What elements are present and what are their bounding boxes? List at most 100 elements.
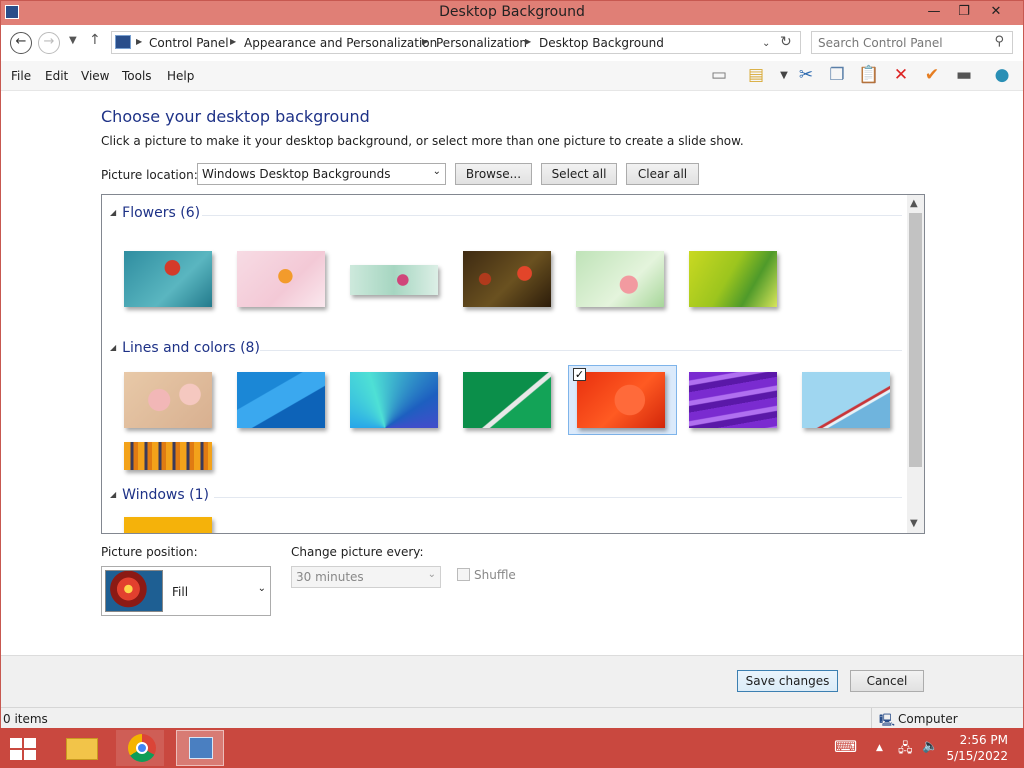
search-input[interactable] [818,35,988,50]
properties-icon[interactable]: ▤ [743,64,769,88]
change-interval-value: 30 minutes [296,570,364,584]
network-icon[interactable]: 🖧 [898,739,913,761]
rename-icon[interactable]: ▬ [951,64,977,88]
item-count: 0 items [3,712,48,726]
divider [871,708,872,730]
chevron-right-icon[interactable]: ▶ [525,37,531,46]
picture-position-select[interactable]: Fill ⌄ [101,566,271,616]
window: Desktop Background — ❐ ✕ ← → ▼ ↑ ▶ Contr… [0,0,1024,730]
chevron-down-icon[interactable]: ⌄ [762,38,770,49]
collapse-icon[interactable]: ◢ [110,343,116,352]
shuffle-label: Shuffle [474,568,516,582]
main-content: Choose your desktop background Click a p… [1,92,1023,655]
change-interval-select[interactable]: 30 minutes ⌄ [291,566,441,588]
group-header-flowers[interactable]: ◢ Flowers (6) [110,205,200,221]
close-button[interactable]: ✕ [981,1,1011,23]
collapse-icon[interactable]: ◢ [110,490,116,499]
cut-icon[interactable]: ✂ [793,64,819,88]
refresh-icon[interactable]: ↻ [780,34,792,50]
wallpaper-thumbnail[interactable] [689,372,777,428]
control-panel-taskbar-icon[interactable] [176,730,224,766]
shuffle-checkbox[interactable]: Shuffle [457,568,516,582]
wallpaper-thumbnail[interactable] [463,251,551,307]
action-bar: Save changes Cancel [1,655,1023,707]
divider [214,497,902,498]
change-picture-label: Change picture every: [291,545,424,559]
picture-location-select[interactable]: Windows Desktop Backgrounds ⌄ [197,163,446,185]
clock[interactable]: 2:56 PM 5/15/2022 [946,732,1008,764]
page-title: Choose your desktop background [101,107,370,126]
select-all-button[interactable]: Select all [541,163,617,185]
wallpaper-thumbnail[interactable] [237,251,325,307]
breadcrumb-desktop-background[interactable]: Desktop Background [539,36,664,50]
picture-position-label: Picture position: [101,545,198,559]
windows-start-icon[interactable] [10,738,38,760]
menu-tools[interactable]: Tools [122,69,152,83]
time: 2:56 PM [959,733,1008,747]
wallpaper-thumbnail[interactable] [802,372,890,428]
up-arrow-icon[interactable]: ↑ [89,32,101,48]
wallpaper-thumbnail[interactable] [124,517,212,533]
chevron-right-icon[interactable]: ▶ [136,37,142,46]
browse-button[interactable]: Browse... [455,163,532,185]
chevron-right-icon[interactable]: ▶ [230,37,236,46]
recent-pages-icon[interactable]: ▼ [69,35,77,46]
minimize-button[interactable]: — [919,1,949,23]
cancel-button[interactable]: Cancel [850,670,924,692]
chrome-icon[interactable] [116,730,164,766]
copy-icon[interactable]: ❐ [824,64,850,88]
wallpaper-thumbnail[interactable] [576,251,664,307]
wallpaper-thumbnail[interactable] [237,372,325,428]
wallpaper-thumbnail[interactable] [124,251,212,307]
forward-button[interactable]: → [38,32,60,54]
breadcrumb-personalization[interactable]: Personalization [436,36,527,50]
selected-checkbox[interactable]: ✓ [573,368,586,381]
checkbox-box[interactable] [457,568,470,581]
collapse-icon[interactable]: ◢ [110,208,116,217]
divider [202,215,902,216]
zone-label: Computer [898,712,958,726]
wallpaper-thumbnail[interactable] [124,372,212,428]
keyboard-icon[interactable]: ⌨ [834,737,857,756]
page-description: Click a picture to make it your desktop … [101,134,744,148]
search-box[interactable]: ⚲ [811,31,1013,54]
gallery-scrollbar[interactable]: ▲ ▼ [907,195,924,533]
wallpaper-thumbnail[interactable] [689,251,777,307]
title-bar[interactable]: Desktop Background — ❐ ✕ [1,1,1023,25]
group-header-windows[interactable]: ◢ Windows (1) [110,487,209,503]
save-changes-button[interactable]: Save changes [737,670,838,692]
status-bar: 0 items 🖳 Computer [1,707,1023,730]
volume-muted-icon[interactable]: 🔈 [922,739,938,754]
globe-icon[interactable]: ● [989,64,1015,88]
picture-position-value: Fill [172,585,189,599]
wallpaper-thumbnail[interactable] [350,265,438,295]
back-button[interactable]: ← [10,32,32,54]
wallpaper-thumbnail[interactable] [577,372,665,428]
wallpaper-thumbnail[interactable] [124,442,212,470]
wallpaper-thumbnail[interactable] [463,372,551,428]
menu-view[interactable]: View [81,69,109,83]
check-icon[interactable]: ✔ [919,64,945,88]
file-explorer-icon[interactable] [58,730,106,766]
chevron-right-icon[interactable]: ▶ [422,37,428,46]
clear-all-button[interactable]: Clear all [626,163,699,185]
delete-icon[interactable]: ✕ [888,64,914,88]
picture-location-label: Picture location: [101,168,198,182]
breadcrumb-control-panel[interactable]: Control Panel [149,36,229,50]
address-bar[interactable]: ▶ Control Panel ▶ Appearance and Persona… [111,31,801,54]
breadcrumb-appearance[interactable]: Appearance and Personalization [244,36,437,50]
layout-icon[interactable]: ▭ [706,64,732,88]
menu-edit[interactable]: Edit [45,69,68,83]
show-hidden-icons-icon[interactable]: ▲ [876,743,883,753]
chevron-down-icon: ⌄ [427,569,436,580]
maximize-button[interactable]: ❐ [949,1,979,23]
paste-icon[interactable]: 📋 [856,64,882,88]
scrollbar-thumb[interactable] [909,213,922,467]
scroll-down-icon[interactable]: ▼ [910,518,918,529]
menu-file[interactable]: File [11,69,31,83]
search-icon[interactable]: ⚲ [994,34,1004,49]
scroll-up-icon[interactable]: ▲ [910,198,918,209]
group-header-lines-and-colors[interactable]: ◢ Lines and colors (8) [110,340,260,356]
menu-help[interactable]: Help [167,69,194,83]
wallpaper-thumbnail[interactable] [350,372,438,428]
